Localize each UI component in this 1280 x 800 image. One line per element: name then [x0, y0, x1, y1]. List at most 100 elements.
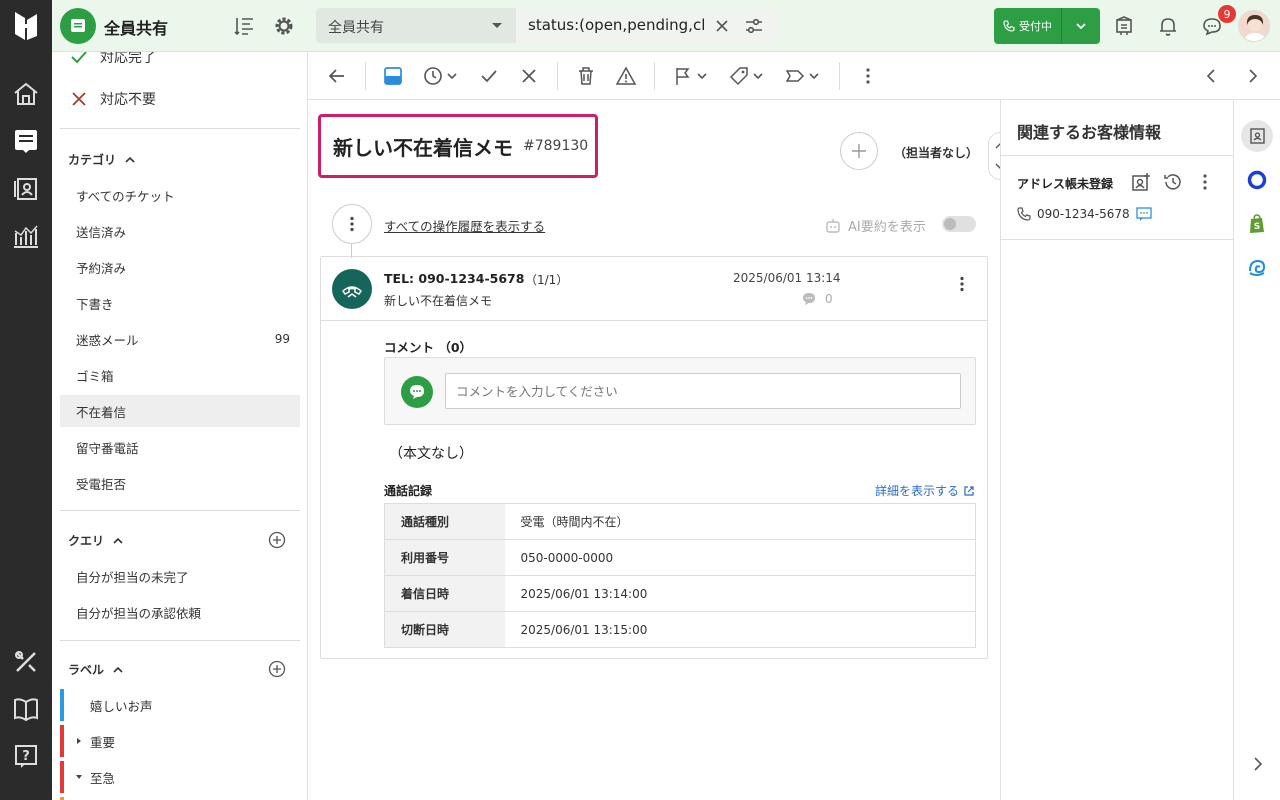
label-item-important[interactable]: 重要	[74, 725, 115, 757]
nav-docs[interactable]	[0, 686, 52, 732]
snooze-button[interactable]	[422, 64, 458, 88]
back-button[interactable]	[326, 64, 348, 88]
contact-history-button[interactable]	[1163, 172, 1183, 192]
ticket-title[interactable]: 新しい不在着信メモ	[333, 132, 513, 161]
notifications-button[interactable]	[1156, 14, 1180, 38]
show-all-history-link[interactable]: すべての操作履歴を表示する	[384, 216, 545, 235]
sidebar-item-scheduled[interactable]: 予約済み	[60, 251, 300, 283]
sidebar-item-trash[interactable]: ゴミ箱	[60, 359, 300, 391]
sort-button[interactable]	[232, 14, 256, 38]
sidebar-item-my-open[interactable]: 自分が担当の未完了	[60, 560, 300, 592]
tag-icon	[729, 67, 748, 86]
sidebar-item-my-approvals[interactable]: 自分が担当の承認依頼	[60, 596, 300, 628]
reception-status-button[interactable]: 受付中	[994, 8, 1100, 44]
sidebar-item-spam[interactable]: 迷惑メール 99	[60, 323, 300, 355]
sidebar-item-drafts[interactable]: 下書き	[60, 287, 300, 319]
clear-filter-button[interactable]	[712, 16, 732, 36]
reception-status-label[interactable]: 受付中	[994, 8, 1062, 44]
category-header[interactable]: カテゴリ	[68, 151, 136, 168]
app-integration-swirl[interactable]	[1241, 252, 1273, 284]
reception-status-dropdown[interactable]	[1062, 8, 1100, 44]
nav-contacts[interactable]	[0, 165, 52, 211]
inbox-settings-button[interactable]	[272, 14, 296, 38]
add-label-button[interactable]	[268, 660, 286, 678]
plus-circle-icon	[268, 531, 286, 549]
chevron-down-icon	[1076, 23, 1086, 30]
call-log-title: 通話記録	[384, 484, 433, 498]
filter-options-button[interactable]	[744, 16, 764, 36]
spam-button[interactable]	[615, 64, 637, 88]
message-card: TEL: 090-1234-5678 （1/1） 新しい不在着信メモ 2025/…	[320, 256, 988, 659]
shopify-icon: S	[1250, 214, 1264, 233]
layout-button[interactable]	[382, 64, 404, 88]
assignee-label[interactable]: （担当者なし）	[894, 144, 978, 161]
nav-analytics[interactable]	[0, 213, 52, 259]
sidebar-item-rejected-calls[interactable]: 受電拒否	[60, 467, 300, 499]
comments-title: コメント （0）	[384, 340, 473, 355]
table-row: 利用番号 050-0000-0000	[384, 539, 976, 576]
app-logo[interactable]	[0, 0, 52, 52]
ai-summary-toggle[interactable]	[942, 216, 976, 232]
announcements-button[interactable]	[1112, 14, 1136, 38]
sidebar-item-all-tickets[interactable]: すべてのチケット	[60, 179, 300, 211]
nav-help[interactable]: ?	[0, 733, 52, 779]
add-query-button[interactable]	[268, 531, 286, 549]
label-item-urgent[interactable]: 至急	[74, 761, 115, 793]
filter-query-text[interactable]: status:(open,pending,closed)	[528, 16, 706, 34]
nav-tickets[interactable]	[0, 118, 52, 164]
sms-button[interactable]	[1136, 206, 1152, 222]
sidebar-item-resolved[interactable]: 対応完了	[70, 52, 156, 67]
resolve-button[interactable]	[478, 64, 500, 88]
sidebar-item-no-action[interactable]: 対応不要	[70, 89, 156, 109]
flag-button[interactable]	[672, 64, 708, 88]
no-action-button[interactable]	[518, 64, 540, 88]
label-button[interactable]	[784, 64, 820, 88]
add-assignee-button[interactable]	[840, 132, 878, 170]
sidebar-item-voicemail[interactable]: 留守番電話	[60, 431, 300, 463]
svg-text:?: ?	[22, 749, 30, 764]
view-select[interactable]: 全員共有	[316, 8, 516, 43]
table-row: 通話種別 受電（時間内不在）	[384, 503, 976, 540]
labels-header[interactable]: ラベル	[68, 661, 124, 678]
label-item-happy-voice[interactable]: 嬉しいお声	[90, 689, 153, 721]
phone-icon	[1003, 20, 1015, 32]
more-vertical-icon	[866, 68, 870, 84]
inbox-title[interactable]: 全員共有	[104, 15, 168, 39]
divider	[60, 510, 300, 511]
sidebar-item-missed-calls[interactable]: 不在着信	[60, 395, 300, 427]
comment-input[interactable]	[445, 373, 961, 409]
app-contacts[interactable]	[1241, 120, 1273, 152]
comment-box	[384, 357, 976, 425]
message-more-button[interactable]	[953, 275, 971, 293]
nav-home[interactable]	[0, 71, 52, 117]
home-icon	[14, 82, 38, 105]
close-icon	[72, 92, 86, 106]
query-header[interactable]: クエリ	[68, 532, 124, 549]
arrow-left-icon	[328, 69, 344, 83]
prev-ticket-button[interactable]	[1201, 64, 1223, 88]
call-log-table: 通話種別 受電（時間内不在） 利用番号 050-0000-0000 着信日時 2025…	[384, 503, 976, 648]
label-color-bar	[60, 689, 64, 721]
more-vertical-icon	[960, 276, 964, 292]
app-shopify[interactable]: S	[1241, 208, 1273, 240]
user-avatar[interactable]	[1238, 10, 1270, 42]
delete-button[interactable]	[575, 64, 597, 88]
filter-query[interactable]: status:(open,pending,closed)	[516, 8, 780, 43]
history-menu-button[interactable]	[332, 204, 372, 244]
message-header[interactable]: TEL: 090-1234-5678 （1/1） 新しい不在着信メモ 2025/…	[321, 257, 987, 321]
add-contact-button[interactable]	[1131, 172, 1151, 192]
nav-settings-tools[interactable]	[0, 639, 52, 685]
app-integration-circle[interactable]	[1241, 164, 1273, 196]
contact-card-icon	[1250, 128, 1265, 144]
ticket-title-box[interactable]: 新しい不在着信メモ #789130	[318, 114, 598, 178]
ai-summary-label: AI要約を表示	[824, 216, 926, 235]
expand-apps-button[interactable]	[1241, 748, 1273, 780]
customer-more-button[interactable]	[1195, 172, 1215, 192]
next-ticket-button[interactable]	[1241, 64, 1263, 88]
sidebar-item-sent[interactable]: 送信済み	[60, 215, 300, 247]
more-actions-button[interactable]	[857, 64, 879, 88]
call-log-detail-link[interactable]: 詳細を表示する	[875, 482, 975, 499]
tag-button[interactable]	[728, 64, 764, 88]
divider	[1001, 239, 1234, 240]
chevron-down-icon	[447, 73, 457, 80]
